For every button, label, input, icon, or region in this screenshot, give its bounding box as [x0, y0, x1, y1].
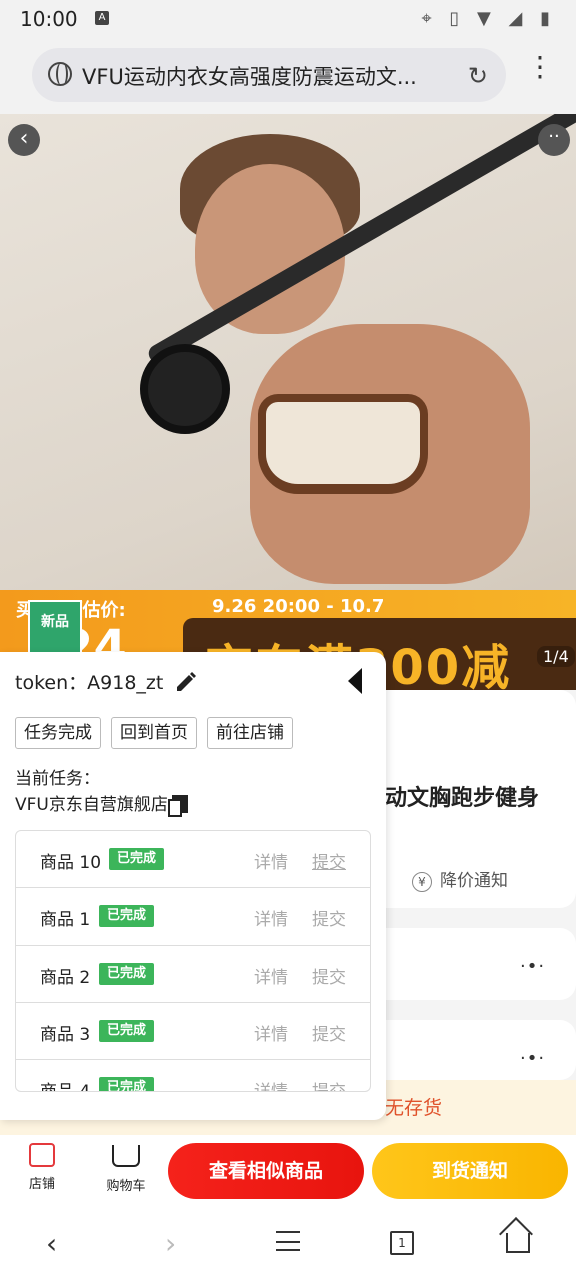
- task-name: 商品 4: [40, 1077, 90, 1091]
- new-product-tag: 新品: [28, 600, 82, 660]
- tabs-icon[interactable]: 1: [390, 1231, 414, 1255]
- price-alert-label: 降价通知: [440, 871, 508, 891]
- task-row: 商品 3 已完成 详情 提交: [16, 1003, 370, 1061]
- token-row: token：A918_zt: [15, 668, 163, 695]
- status-badge: 已完成: [99, 905, 155, 928]
- task-panel: token：A918_zt 任务完成 回到首页 前往店铺 当前任务： VFU京东自营…: [0, 652, 386, 1120]
- task-list: 商品 10 已完成 详情 提交 商品 1 已完成 详情 提交 商品 2 已完成 …: [15, 830, 371, 1092]
- task-name: 商品 1: [40, 910, 91, 931]
- globe-icon: [48, 62, 72, 86]
- arrival-notice-button[interactable]: 到货通知: [372, 1143, 568, 1199]
- task-row: 商品 10 已完成 详情 提交: [16, 831, 370, 889]
- shop-icon: [29, 1143, 55, 1167]
- back-icon[interactable]: ‹: [8, 124, 40, 156]
- price-alert-icon: ¥: [412, 872, 432, 892]
- submit-link[interactable]: 提交: [312, 848, 346, 873]
- current-task: 当前任务： VFU京东自营旗舰店: [15, 766, 188, 818]
- detail-link[interactable]: 详情: [254, 1077, 288, 1091]
- bottom-action-bar: 店铺 购物车 查看相似商品 到货通知: [0, 1135, 576, 1207]
- browser-toolbar: VFU运动内衣女高强度防震运动文... ↻ ⋮: [0, 36, 576, 114]
- status-badge: 已完成: [99, 962, 155, 985]
- price-alert-button[interactable]: ¥ 降价通知: [412, 866, 508, 892]
- task-row: 商品 4 已完成 详情 提交: [16, 1060, 370, 1091]
- action-buttons: 任务完成 回到首页 前往店铺: [15, 717, 303, 749]
- more-icon[interactable]: ··: [538, 124, 570, 156]
- forward-nav-icon[interactable]: ›: [165, 1227, 176, 1260]
- detail-link[interactable]: 详情: [254, 1020, 288, 1045]
- home-icon[interactable]: [506, 1233, 530, 1253]
- copy-icon[interactable]: [167, 795, 188, 817]
- token-label: token：: [15, 672, 88, 694]
- accessibility-icon: A: [95, 11, 109, 25]
- product-title: 动文胸跑步健身: [385, 786, 540, 811]
- browser-menu-icon[interactable]: ⋮: [526, 53, 554, 92]
- submit-link[interactable]: 提交: [312, 963, 346, 988]
- cart-icon: [112, 1145, 140, 1167]
- cart-button[interactable]: 购物车: [102, 1141, 150, 1194]
- current-task-label: 当前任务：: [15, 769, 100, 789]
- current-task-value: VFU京东自营旗舰店: [15, 795, 168, 815]
- shop-button[interactable]: 店铺: [22, 1141, 62, 1192]
- task-complete-button[interactable]: 任务完成: [15, 717, 101, 749]
- detail-link[interactable]: 详情: [254, 905, 288, 930]
- task-row: 商品 1 已完成 详情 提交: [16, 888, 370, 946]
- promo-date: 9.26 20:00 - 10.7: [212, 596, 385, 617]
- cart-label: 购物车: [106, 1179, 146, 1194]
- reload-icon[interactable]: ↻: [468, 62, 488, 90]
- submit-link[interactable]: 提交: [312, 1077, 346, 1091]
- image-shape: [140, 344, 230, 434]
- view-similar-button[interactable]: 查看相似商品: [168, 1143, 364, 1199]
- detail-link[interactable]: 详情: [254, 963, 288, 988]
- detail-link[interactable]: 详情: [254, 848, 288, 873]
- image-shape: [258, 394, 428, 494]
- back-nav-icon[interactable]: ‹: [46, 1227, 57, 1260]
- collapse-panel-icon[interactable]: [348, 668, 362, 694]
- shop-label: 店铺: [28, 1177, 55, 1192]
- status-time: 10:00: [20, 7, 78, 31]
- task-row: 商品 2 已完成 详情 提交: [16, 946, 370, 1003]
- status-badge: 已完成: [99, 1019, 155, 1042]
- task-name: 商品 3: [40, 1024, 91, 1045]
- more-dots-icon[interactable]: ·•·: [520, 1048, 545, 1069]
- task-name: 商品 2: [40, 967, 91, 988]
- submit-link[interactable]: 提交: [312, 1020, 346, 1045]
- address-bar[interactable]: VFU运动内衣女高强度防震运动文... ↻: [32, 48, 506, 102]
- browser-nav-bar: ‹ › 1: [0, 1207, 576, 1280]
- status-bar: 10:00 A ⌖ ▯ ▼ ◢ ▮: [0, 0, 576, 36]
- status-badge: 已完成: [109, 848, 165, 870]
- token-value: A918_zt: [87, 672, 164, 694]
- more-dots-icon[interactable]: ·•·: [520, 956, 545, 977]
- status-icons: ⌖ ▯ ▼ ◢ ▮: [421, 8, 556, 29]
- home-button[interactable]: 回到首页: [111, 717, 197, 749]
- no-stock-text: 无存货: [385, 1097, 443, 1119]
- url-title[interactable]: VFU运动内衣女高强度防震运动文...: [82, 61, 452, 91]
- status-badge: 已完成: [99, 1077, 155, 1091]
- submit-link[interactable]: 提交: [312, 905, 346, 930]
- menu-icon[interactable]: [276, 1231, 300, 1251]
- task-name: 商品 10: [40, 853, 102, 873]
- image-counter: 1/4: [537, 646, 575, 667]
- edit-icon[interactable]: [174, 670, 198, 694]
- go-to-shop-button[interactable]: 前往店铺: [207, 717, 293, 749]
